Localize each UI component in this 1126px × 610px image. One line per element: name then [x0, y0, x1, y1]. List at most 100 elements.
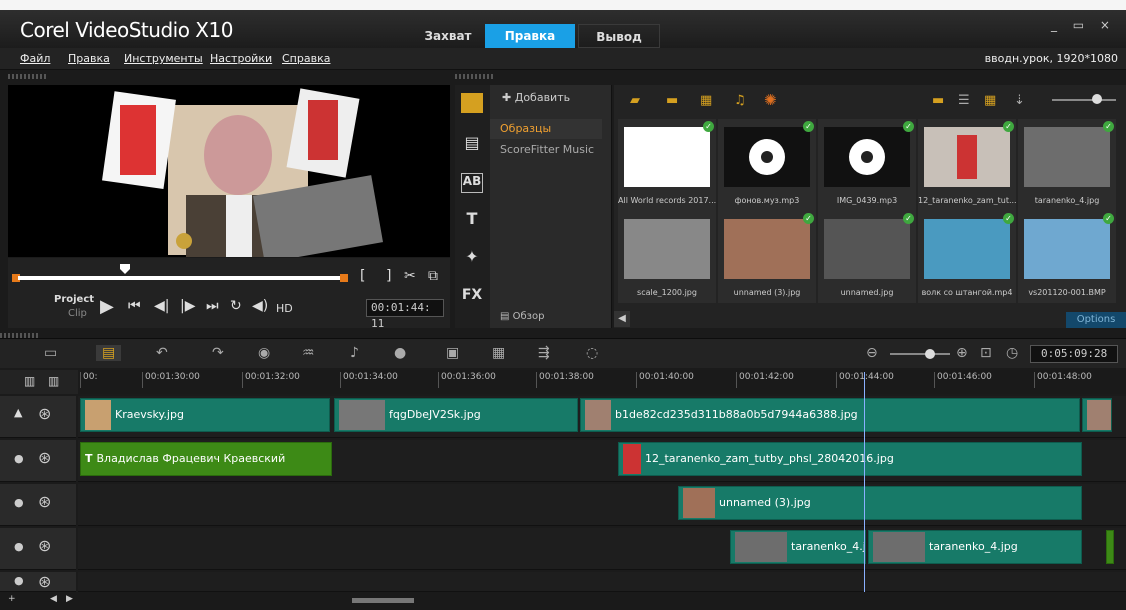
timeline-clip[interactable]: fqgDbeJV2Sk.jpg	[334, 398, 578, 432]
timeline-clip[interactable]: unnamed (3).jpg	[678, 486, 1082, 520]
overlay-track-icon[interactable]: ⊛	[38, 572, 51, 591]
title-clip[interactable]: T Владислав Фрацевич Краевский	[80, 442, 332, 476]
undo-icon[interactable]: ↶	[156, 345, 168, 361]
zoom-out-icon[interactable]: ⊖	[866, 345, 878, 361]
scroll-left-icon[interactable]: ◀	[50, 594, 57, 604]
project-mode-label[interactable]: Project	[54, 294, 94, 305]
library-item[interactable]: ✓ 12_taranenko_zam_tut...	[918, 119, 1016, 211]
library-grip[interactable]	[455, 74, 495, 79]
lock-icon[interactable]: ●	[14, 540, 24, 553]
timeline-clip[interactable]: taranenko_4.jpg	[730, 530, 866, 564]
library-item[interactable]: ✓ волк со штангой.mp4	[918, 211, 1016, 303]
tab-edit[interactable]: Правка	[485, 24, 575, 48]
show-audio-icon[interactable]: ♫	[734, 93, 746, 108]
copy-icon[interactable]: ⧉	[428, 268, 438, 284]
play-icon[interactable]: ▶	[100, 296, 114, 317]
end-icon[interactable]: ⏭	[206, 298, 219, 314]
lock-icon[interactable]: ●	[14, 574, 24, 587]
title-clip[interactable]	[1106, 530, 1114, 564]
scroll-left-button[interactable]: ◀	[614, 311, 630, 327]
time-remap-icon[interactable]: ⇶	[538, 345, 550, 361]
mask-creator-icon[interactable]: ◌	[586, 345, 598, 361]
video-track-icon[interactable]: ⊛	[38, 404, 51, 423]
menu-tools[interactable]: Инструменты	[124, 52, 203, 65]
transition-icon[interactable]: AB	[461, 173, 483, 193]
next-frame-icon[interactable]: |▶	[180, 298, 195, 314]
redo-icon[interactable]: ↷	[212, 345, 224, 361]
scrub-knob[interactable]	[120, 264, 130, 274]
playhead[interactable]	[864, 372, 865, 592]
repeat-icon[interactable]: ↻	[230, 298, 242, 314]
title-icon[interactable]: T	[461, 209, 483, 229]
filter-icon[interactable]: FX	[461, 287, 483, 307]
overlay-track-icon[interactable]: ⊛	[38, 536, 51, 555]
horizontal-scroll-thumb[interactable]	[352, 598, 414, 603]
tab-capture[interactable]: Захват	[414, 24, 482, 48]
show-photo-icon[interactable]: ▦	[700, 93, 712, 108]
show-effects-icon[interactable]: ✺	[764, 91, 777, 109]
storyboard-view-icon[interactable]: ▭	[44, 345, 57, 361]
timeline-clip[interactable]	[1082, 398, 1112, 432]
menu-help[interactable]: Справка	[282, 52, 330, 65]
multi-camera-icon[interactable]: ▦	[492, 345, 505, 361]
lock-icon[interactable]: ●	[14, 452, 24, 465]
thumb-size-knob[interactable]	[1092, 94, 1102, 104]
mark-out-handle[interactable]	[340, 274, 348, 282]
folder-scorefitter[interactable]: ScoreFitter Music	[500, 143, 594, 156]
list-view-icon[interactable]: ▬	[932, 93, 944, 108]
options-button[interactable]: Options	[1066, 312, 1126, 328]
timeline-clip[interactable]: 12_taranenko_zam_tutby_phsl_28042016.jpg	[618, 442, 1082, 476]
details-view-icon[interactable]: ☰	[958, 93, 970, 108]
volume-icon[interactable]: ◀)	[252, 298, 268, 314]
library-item[interactable]: scale_1200.jpg	[618, 211, 716, 303]
menu-file[interactable]: Файл	[20, 52, 50, 65]
folder-samples[interactable]: Образцы	[490, 119, 602, 139]
menu-settings[interactable]: Настройки	[210, 52, 272, 65]
timecode-display[interactable]: 00:01:44: 11	[366, 299, 444, 330]
home-icon[interactable]: ⏮	[128, 298, 141, 314]
time-ruler[interactable]: 00: 00:01:30:00 00:01:32:00 00:01:34:00 …	[80, 370, 1126, 394]
browse-button[interactable]: ▤ Обзор	[500, 311, 544, 322]
subtitle-editor-icon[interactable]: ▣	[446, 345, 459, 361]
mark-out-icon[interactable]: ]	[386, 268, 391, 284]
auto-music-icon[interactable]: ♪	[350, 345, 359, 361]
fit-project-icon[interactable]: ⊡	[980, 345, 992, 361]
mark-in-icon[interactable]: [	[360, 268, 365, 284]
menu-edit[interactable]: Правка	[68, 52, 110, 65]
library-item[interactable]: ✓ unnamed.jpg	[818, 211, 916, 303]
overlay-track-icon[interactable]: ⊛	[38, 492, 51, 511]
timeline-clip[interactable]: b1de82cd235d311b88a0b5d7944a6388.jpg	[580, 398, 1080, 432]
zoom-knob[interactable]	[925, 349, 935, 359]
zoom-slider[interactable]	[890, 353, 950, 355]
motion-tracking-icon[interactable]: ●	[394, 345, 406, 361]
sort-icon[interactable]: ⇣	[1014, 93, 1025, 108]
library-item[interactable]: ✓ taranenko_4.jpg	[1018, 119, 1116, 211]
panel-grip[interactable]	[8, 74, 48, 79]
tab-share[interactable]: Вывод	[578, 24, 660, 48]
track-manager-icon[interactable]: ▥	[24, 374, 35, 388]
library-item[interactable]: ✓ All World records 2017...	[618, 119, 716, 211]
lock-icon[interactable]: ●	[14, 496, 24, 509]
chapter-point-icon[interactable]: ▥	[48, 374, 59, 388]
library-item[interactable]: ✓ IMG_0439.mp3	[818, 119, 916, 211]
media-category-icon[interactable]	[461, 93, 483, 113]
prev-frame-icon[interactable]: ◀|	[154, 298, 169, 314]
ripple-edit-icon[interactable]: ▲	[14, 406, 22, 419]
library-item[interactable]: ✓ vs201120-001.BMP	[1018, 211, 1116, 303]
library-item[interactable]: ✓ unnamed (3).jpg	[718, 211, 816, 303]
split-icon[interactable]: ✂	[404, 268, 416, 284]
zoom-in-icon[interactable]: ⊕	[956, 345, 968, 361]
timeline-clip[interactable]: taranenko_4.jpg	[868, 530, 1082, 564]
thumb-size-slider[interactable]	[1052, 99, 1116, 101]
window-controls[interactable]: _ ▭ ×	[1051, 18, 1116, 32]
library-item[interactable]: ✓ фонов.муз.mp3	[718, 119, 816, 211]
hd-label[interactable]: HD	[276, 302, 293, 315]
timeline-clip[interactable]: Kraevsky.jpg	[80, 398, 330, 432]
folder-open-icon[interactable]: ▰	[630, 93, 640, 108]
overlay-track-icon[interactable]: ⊛	[38, 448, 51, 467]
clip-mode-label[interactable]: Clip	[68, 308, 87, 319]
record-capture-icon[interactable]: ◉	[258, 345, 270, 361]
sound-mixer-icon[interactable]: ♒	[302, 345, 315, 361]
add-folder-button[interactable]: ✚ Добавить	[502, 91, 570, 104]
graphic-icon[interactable]: ✦	[461, 247, 483, 267]
